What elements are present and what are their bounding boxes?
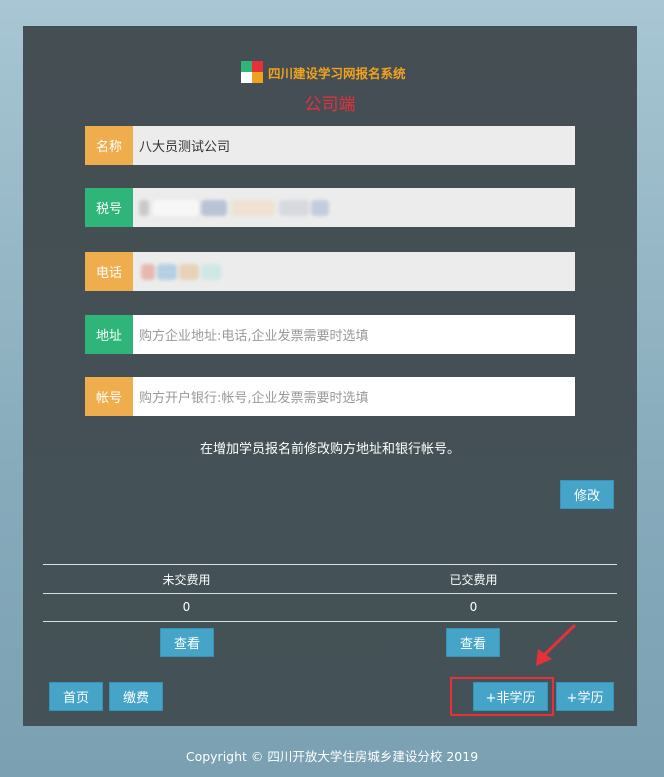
header-logo-row: 四川建设学习网报名系统 [241,61,406,83]
bank-account-label: 帐号 [85,377,133,416]
pointer-arrow-icon [536,623,577,666]
redacted-tax-id [139,197,359,219]
address-input[interactable]: 购方企业地址:电话,企业发票需要时选填 [133,315,575,354]
bank-account-input[interactable]: 购方开户银行:帐号,企业发票需要时选填 [133,377,575,416]
portal-title: 公司端 [304,95,356,115]
phone-input[interactable] [133,252,575,291]
table-divider-middle [43,593,617,594]
bank-account-field: 帐号 购方开户银行:帐号,企业发票需要时选填 [85,377,575,416]
logo-icon [241,61,263,83]
footer-copyright: Copyright © 四川开放大学住房城乡建设分校 2019 [185,749,479,764]
tax-id-label: 税号 [85,188,133,227]
system-title: 四川建设学习网报名系统 [268,65,406,81]
main-panel: 四川建设学习网报名系统 公司端 名称 八大员测试公司 税号 电话 地址 购方企业… [23,26,637,726]
view-unpaid-button[interactable]: 查看 [160,628,214,657]
address-field: 地址 购方企业地址:电话,企业发票需要时选填 [85,315,575,354]
highlight-box [450,677,554,716]
modify-button[interactable]: 修改 [560,480,614,509]
company-name-field: 名称 八大员测试公司 [85,126,575,165]
paid-fees-header: 已交费用 [449,573,498,587]
paid-fees-value: 0 [469,600,478,614]
address-label: 地址 [85,315,133,354]
add-degree-button[interactable]: +学历 [556,682,614,711]
company-name-input[interactable]: 八大员测试公司 [133,126,575,165]
redacted-phone [139,261,229,283]
unpaid-fees-value: 0 [182,600,191,614]
unpaid-fees-header: 未交费用 [162,573,211,587]
phone-label: 电话 [85,252,133,291]
tax-id-input[interactable] [133,188,575,227]
pay-button[interactable]: 缴费 [109,682,163,711]
phone-field: 电话 [85,252,575,291]
view-paid-button[interactable]: 查看 [446,628,500,657]
tax-id-field: 税号 [85,188,575,227]
home-button[interactable]: 首页 [49,682,103,711]
modify-note: 在增加学员报名前修改购方地址和银行帐号。 [199,442,460,457]
table-divider-top [43,564,617,565]
company-name-label: 名称 [85,126,133,165]
